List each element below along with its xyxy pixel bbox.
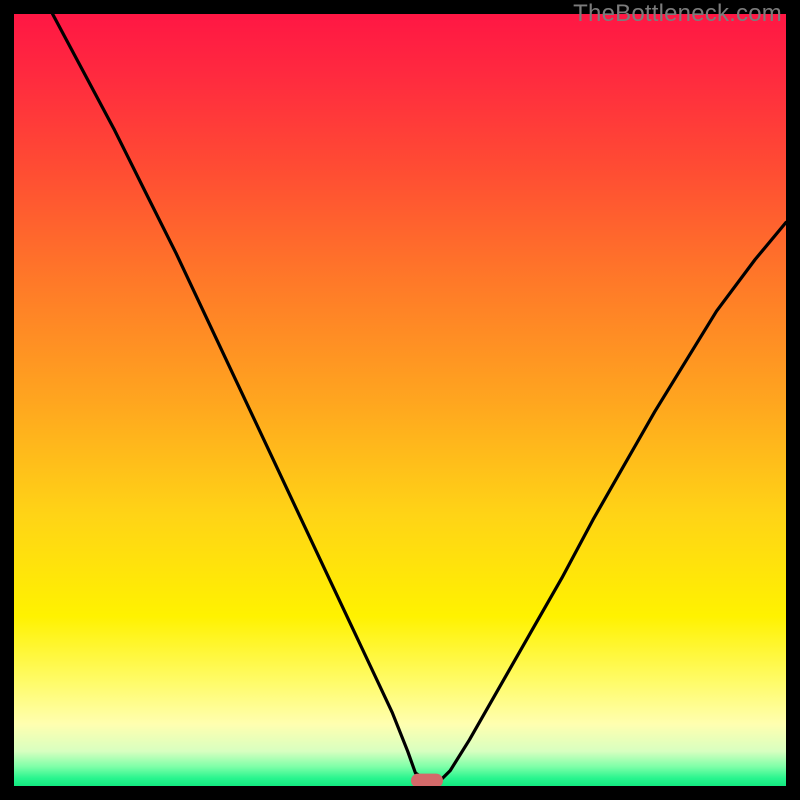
watermark-text: TheBottleneck.com: [573, 0, 782, 28]
optimal-marker: [411, 774, 443, 786]
gradient-background: [14, 14, 786, 786]
chart-frame: [14, 14, 786, 786]
bottleneck-chart: [14, 14, 786, 786]
